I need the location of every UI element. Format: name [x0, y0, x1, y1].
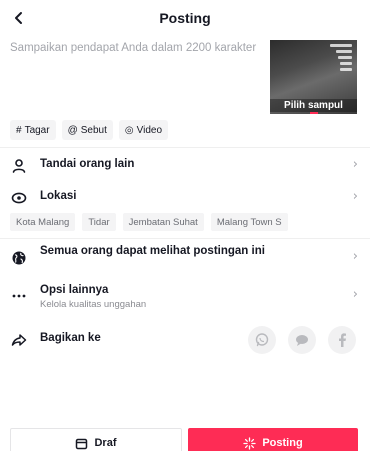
more-options-sub: Kelola kualitas unggahan	[40, 299, 147, 310]
tag-people-row[interactable]: Tandai orang lain ›	[0, 150, 370, 180]
more-options-row[interactable]: Opsi lainnya Kelola kualitas unggahan ›	[0, 280, 370, 316]
page-title: Posting	[159, 10, 211, 26]
divider	[0, 238, 370, 239]
post-button[interactable]: Posting	[188, 428, 358, 451]
tag-people-label: Tandai orang lain	[40, 158, 135, 170]
share-label: Bagikan ke	[40, 332, 101, 344]
cover-indicator	[310, 112, 318, 114]
person-icon	[12, 159, 26, 173]
chevron-right-icon: ›	[352, 189, 358, 204]
location-chip[interactable]: Kota Malang	[10, 213, 76, 231]
whatsapp-button[interactable]	[248, 326, 276, 354]
privacy-label: Semua orang dapat melihat postingan ini	[40, 245, 265, 257]
facebook-icon	[339, 333, 346, 347]
message-button[interactable]	[288, 326, 316, 354]
post-label: Posting	[262, 437, 303, 449]
globe-icon	[12, 251, 26, 265]
whatsapp-icon	[255, 333, 269, 347]
top-bar: Posting	[0, 0, 370, 36]
divider	[0, 147, 370, 148]
chevron-right-icon: ›	[352, 249, 358, 264]
chip-label: Sebut	[80, 124, 107, 136]
chip-label: Tagar	[24, 124, 50, 136]
hashtag-chip[interactable]: # Tagar	[10, 120, 56, 140]
location-row[interactable]: Lokasi ›	[0, 182, 370, 212]
location-label: Lokasi	[40, 190, 77, 202]
cover-thumbnail[interactable]: Pilih sampul	[270, 40, 357, 114]
hashtag-icon: #	[16, 124, 22, 136]
draft-button[interactable]: Draf	[10, 428, 182, 451]
chevron-right-icon: ›	[352, 287, 358, 302]
location-pin-icon	[11, 192, 27, 204]
caption-chip-row: # Tagar @ Sebut ◎ Video	[10, 120, 169, 140]
choose-cover-label: Pilih sampul	[270, 99, 357, 112]
location-chip[interactable]: Tidar	[82, 213, 116, 231]
video-chip[interactable]: ◎ Video	[118, 120, 169, 140]
message-icon	[296, 335, 308, 346]
location-chip[interactable]: Jembatan Suhat	[122, 213, 204, 231]
thumbnail-side-icons	[330, 44, 352, 71]
mention-chip[interactable]: @ Sebut	[61, 120, 113, 140]
chevron-right-icon: ›	[352, 157, 358, 172]
at-icon: @	[67, 124, 78, 136]
share-arrow-icon	[11, 334, 27, 346]
chip-label: Video	[136, 124, 163, 136]
more-dots-icon	[12, 294, 26, 298]
location-chip[interactable]: Malang Town S	[210, 213, 288, 231]
facebook-button[interactable]	[328, 326, 356, 354]
share-targets	[248, 326, 356, 354]
draft-box-icon	[76, 438, 88, 449]
privacy-row[interactable]: Semua orang dapat melihat postingan ini …	[0, 240, 370, 278]
more-options-label: Opsi lainnya	[40, 284, 109, 296]
draft-label: Draf	[94, 437, 117, 449]
caption-input[interactable]: Sampaikan pendapat Anda dalam 2200 karak…	[10, 42, 260, 54]
bottom-actions: Draf Posting	[10, 428, 358, 451]
location-suggestions: Kota Malang Tidar Jembatan Suhat Malang …	[10, 213, 288, 231]
sparkle-upload-icon	[243, 436, 256, 450]
video-icon: ◎	[124, 124, 134, 136]
